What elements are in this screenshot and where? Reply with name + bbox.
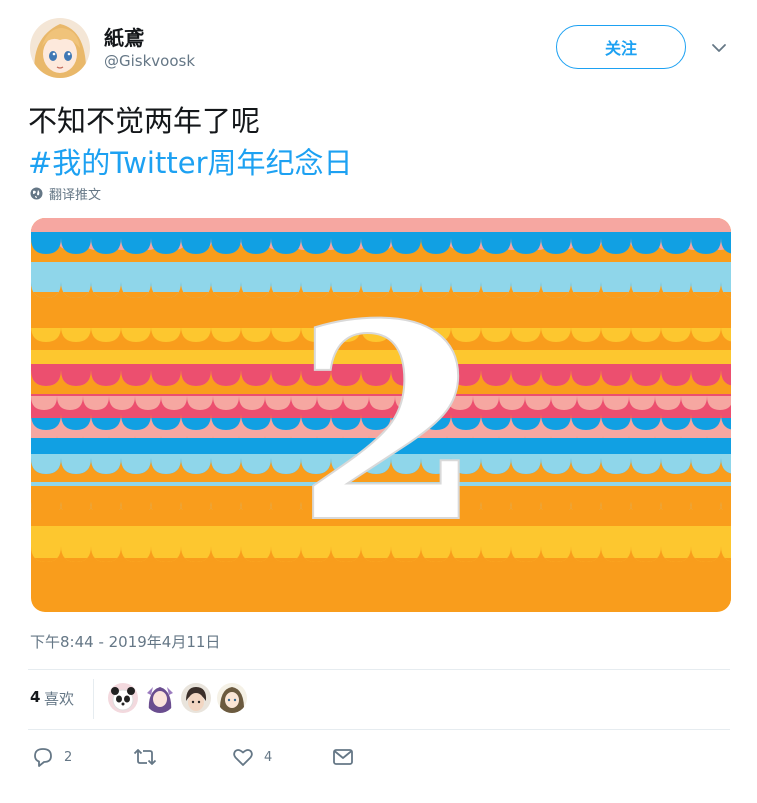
heart-icon (233, 749, 253, 766)
big-two-glyph: 2 (295, 264, 483, 582)
hashtag-link[interactable]: #我的Twitter周年纪念日 (28, 140, 353, 182)
likes-label[interactable]: 喜欢 (44, 688, 74, 709)
user-avatar[interactable] (30, 18, 90, 78)
user-handle[interactable]: @Giskvoosk (104, 52, 195, 70)
tweet-media-image[interactable]: 2 (31, 218, 731, 612)
chevron-down-icon[interactable] (709, 38, 729, 58)
girl-avatar-icon[interactable] (217, 683, 247, 713)
retweet-button[interactable] (133, 746, 167, 768)
globe-icon (30, 187, 43, 200)
direct-message-button[interactable] (332, 746, 354, 768)
anime-girl-avatar-icon (30, 18, 90, 78)
boy-avatar-icon[interactable] (181, 683, 211, 713)
panda-avatar-icon[interactable] (108, 683, 138, 713)
envelope-icon (333, 749, 353, 765)
translate-label: 翻译推文 (49, 188, 102, 203)
anniversary-scallop-image: 2 (31, 218, 731, 612)
reply-button[interactable]: 2 (32, 746, 72, 768)
divider (28, 729, 730, 730)
retweet-icon (133, 749, 157, 765)
display-name[interactable]: 紙鳶 (104, 22, 144, 51)
tweet-timestamp[interactable]: 下午8:44 - 2019年4月11日 (30, 631, 220, 652)
reply-count: 2 (64, 749, 73, 765)
divider-vertical (93, 679, 94, 719)
likes-count[interactable]: 4 (30, 688, 40, 706)
like-button[interactable]: 4 (232, 746, 272, 768)
tweet-text: 不知不觉两年了呢 (28, 104, 261, 138)
follow-button[interactable]: 关注 (556, 25, 686, 69)
divider (28, 669, 730, 670)
reply-icon (34, 748, 52, 767)
anime-purple-avatar-icon[interactable] (145, 683, 175, 713)
like-count: 4 (264, 749, 273, 765)
translate-tweet-link[interactable]: 翻译推文 (30, 184, 101, 203)
